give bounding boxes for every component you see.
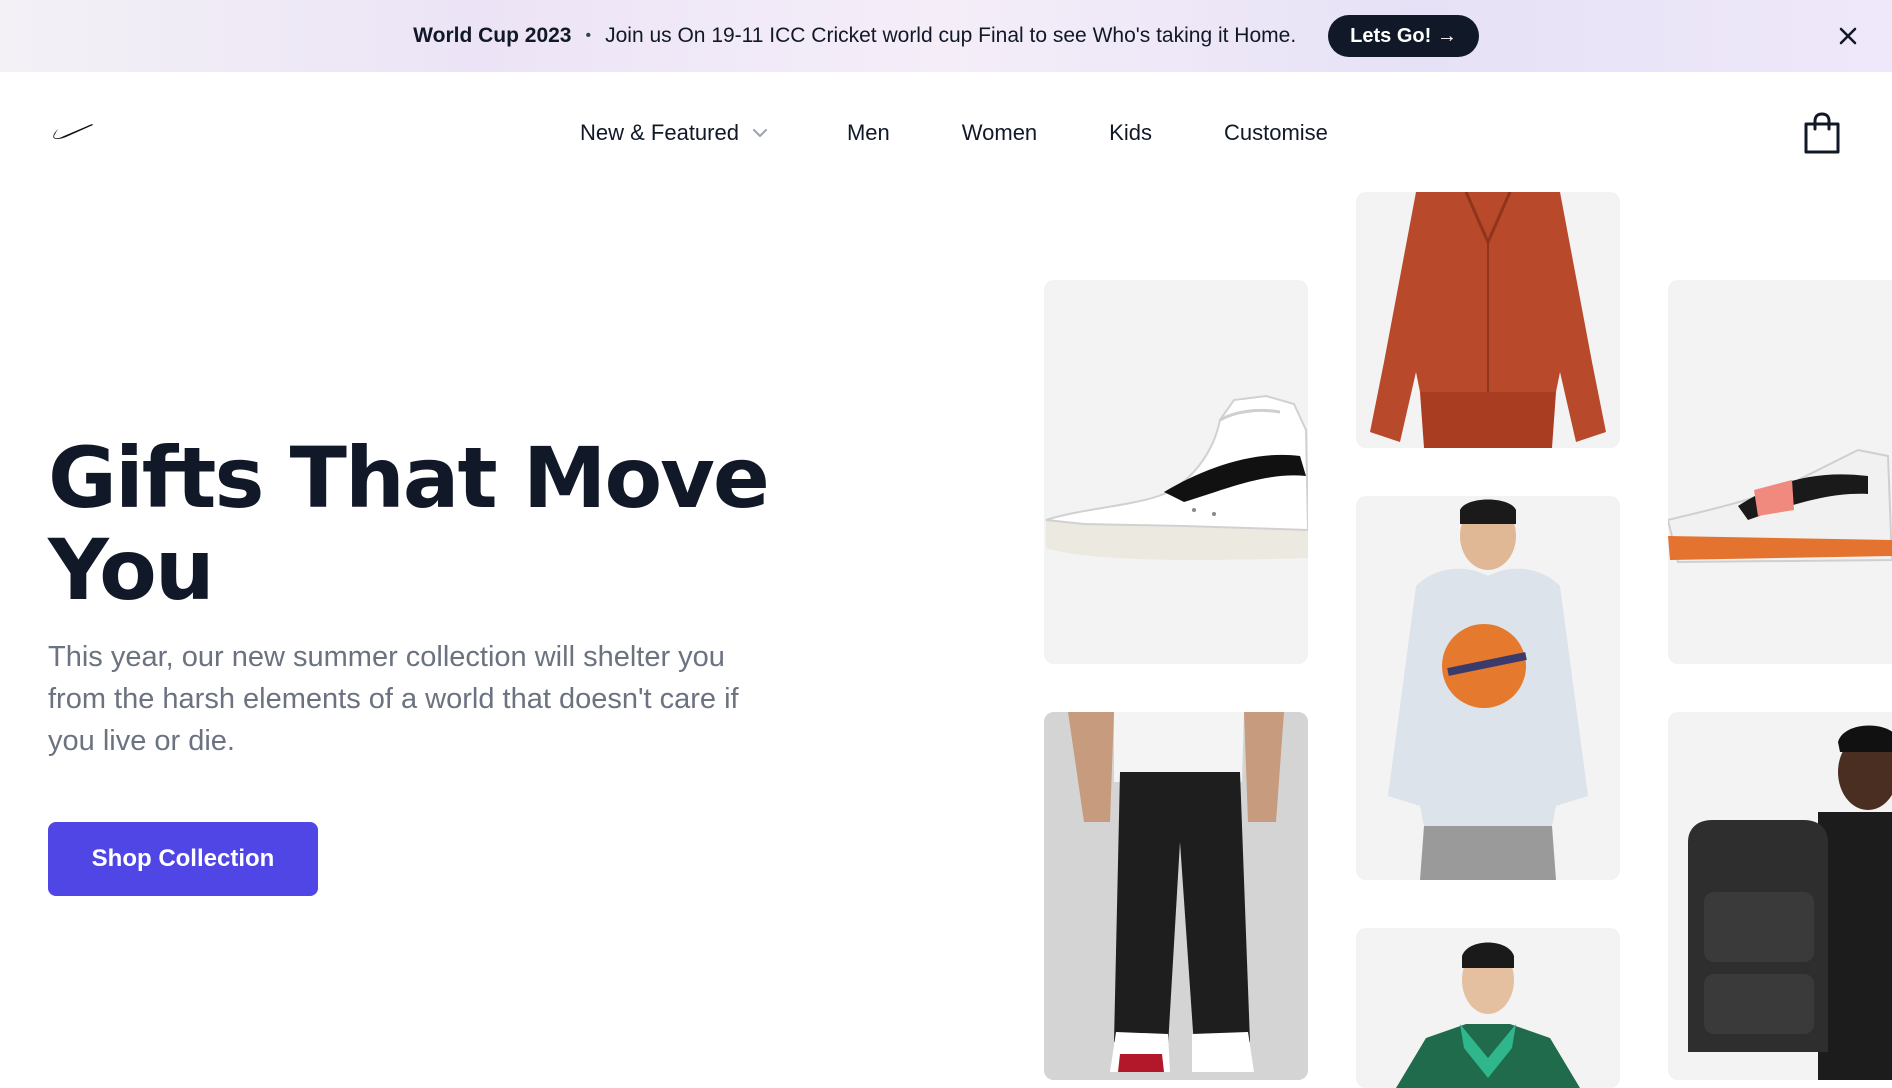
hoodie-image — [1388, 499, 1588, 880]
banner-message: Join us On 19-11 ICC Cricket world cup F… — [605, 24, 1297, 47]
banner-separator: • — [585, 27, 592, 44]
shop-collection-button[interactable]: Shop Collection — [48, 822, 318, 896]
nav-men[interactable]: Men — [847, 120, 890, 146]
nav-women[interactable]: Women — [962, 120, 1037, 146]
hero-subtitle: This year, our new summer collection wil… — [48, 641, 739, 757]
sneaker-image — [1045, 394, 1308, 560]
jacket-image — [1396, 942, 1580, 1088]
track-pants-image — [1044, 712, 1308, 1080]
banner-title: World Cup 2023 — [413, 24, 572, 47]
nav-customise[interactable]: Customise — [1224, 120, 1328, 146]
close-icon[interactable] — [1832, 20, 1864, 52]
product-tile-running-shoe[interactable] — [1668, 280, 1892, 664]
backpack-image — [1688, 725, 1892, 1080]
shopping-bag-icon[interactable] — [1802, 112, 1842, 154]
chevron-down-icon — [752, 129, 767, 137]
main-nav: New & Featured Men Women Kids Customise — [0, 72, 1892, 194]
product-tile-sneaker[interactable] — [1044, 280, 1308, 664]
product-tile-cardigan[interactable] — [1356, 192, 1620, 448]
nike-swoosh-logo[interactable] — [52, 120, 94, 140]
nav-kids[interactable]: Kids — [1109, 120, 1152, 146]
nav-new-featured[interactable]: New & Featured — [580, 120, 769, 146]
running-shoe-image — [1668, 448, 1892, 564]
product-tile-jacket[interactable] — [1356, 928, 1620, 1088]
announcement-banner: World Cup 2023 • Join us On 19-11 ICC Cr… — [0, 0, 1892, 72]
product-tile-backpack[interactable] — [1668, 712, 1892, 1080]
product-tile-pants[interactable] — [1044, 712, 1308, 1080]
cardigan-image — [1370, 192, 1606, 448]
hero-title: Gifts That Move You — [48, 429, 770, 619]
product-tile-hoodie[interactable] — [1356, 496, 1620, 880]
nav-new-featured-label: New & Featured — [580, 120, 739, 145]
lets-go-button[interactable]: Lets Go! → — [1328, 15, 1479, 57]
